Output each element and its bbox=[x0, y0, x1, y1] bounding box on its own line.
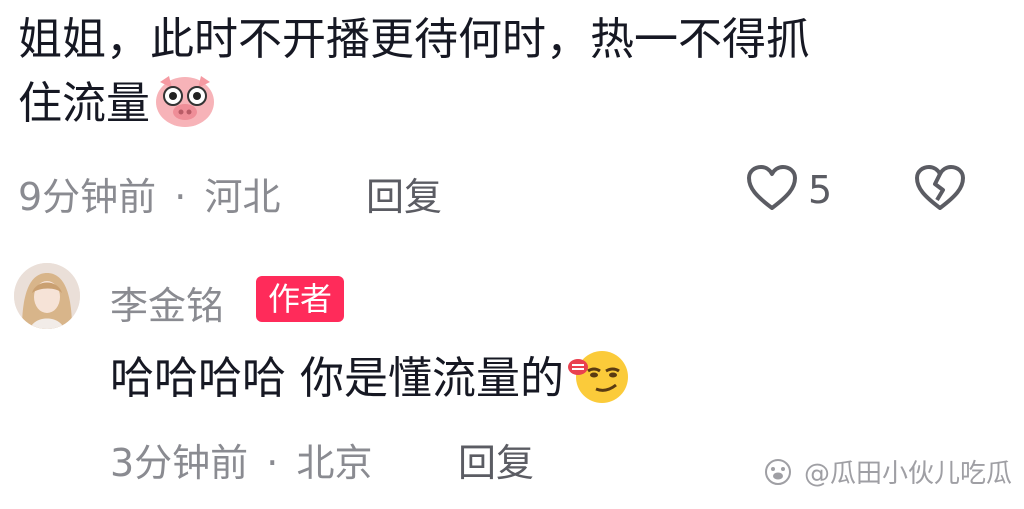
reply-meta: 3分钟前 · 北京 bbox=[110, 432, 372, 487]
comment-location: 河北 bbox=[204, 175, 281, 219]
author-name[interactable]: 李金铭 bbox=[110, 275, 224, 330]
reply-time: 3分钟前 bbox=[110, 441, 249, 485]
like-count: 5 bbox=[808, 168, 833, 212]
broken-heart-icon bbox=[914, 165, 966, 216]
reply-text: 哈哈哈哈 你是懂流量的 bbox=[110, 345, 632, 423]
meta-separator: · bbox=[174, 175, 187, 219]
paw-icon bbox=[764, 458, 792, 493]
comment-text-line1: 姐姐，此时不开播更待何时，热一不得抓 bbox=[18, 14, 810, 65]
author-badge: 作者 bbox=[256, 276, 345, 322]
watermark: @瓜田小伙儿吃瓜 bbox=[764, 453, 1012, 493]
comment-time: 9分钟前 bbox=[18, 175, 157, 219]
meta-separator: · bbox=[266, 441, 279, 485]
reply-button[interactable]: 回复 bbox=[366, 166, 442, 221]
dislike-button[interactable] bbox=[914, 164, 966, 216]
comment-text-line2: 住流量 bbox=[18, 78, 150, 129]
comment-meta: 9分钟前 · 河北 bbox=[18, 166, 280, 221]
watermark-text: @瓜田小伙儿吃瓜 bbox=[803, 459, 1012, 489]
comment-text-line2-row: 住流量 bbox=[18, 72, 958, 146]
smirk-face-icon bbox=[566, 345, 632, 423]
reply-text-content: 哈哈哈哈 你是懂流量的 bbox=[110, 353, 564, 404]
avatar[interactable] bbox=[14, 263, 80, 329]
like-button[interactable]: 5 bbox=[746, 164, 832, 216]
heart-icon bbox=[746, 164, 798, 216]
comment-text: 姐姐，此时不开播更待何时，热一不得抓 住流量 bbox=[18, 8, 958, 146]
reply-location: 北京 bbox=[296, 441, 373, 485]
reply-button[interactable]: 回复 bbox=[458, 432, 534, 487]
pig-face-icon bbox=[154, 72, 216, 146]
